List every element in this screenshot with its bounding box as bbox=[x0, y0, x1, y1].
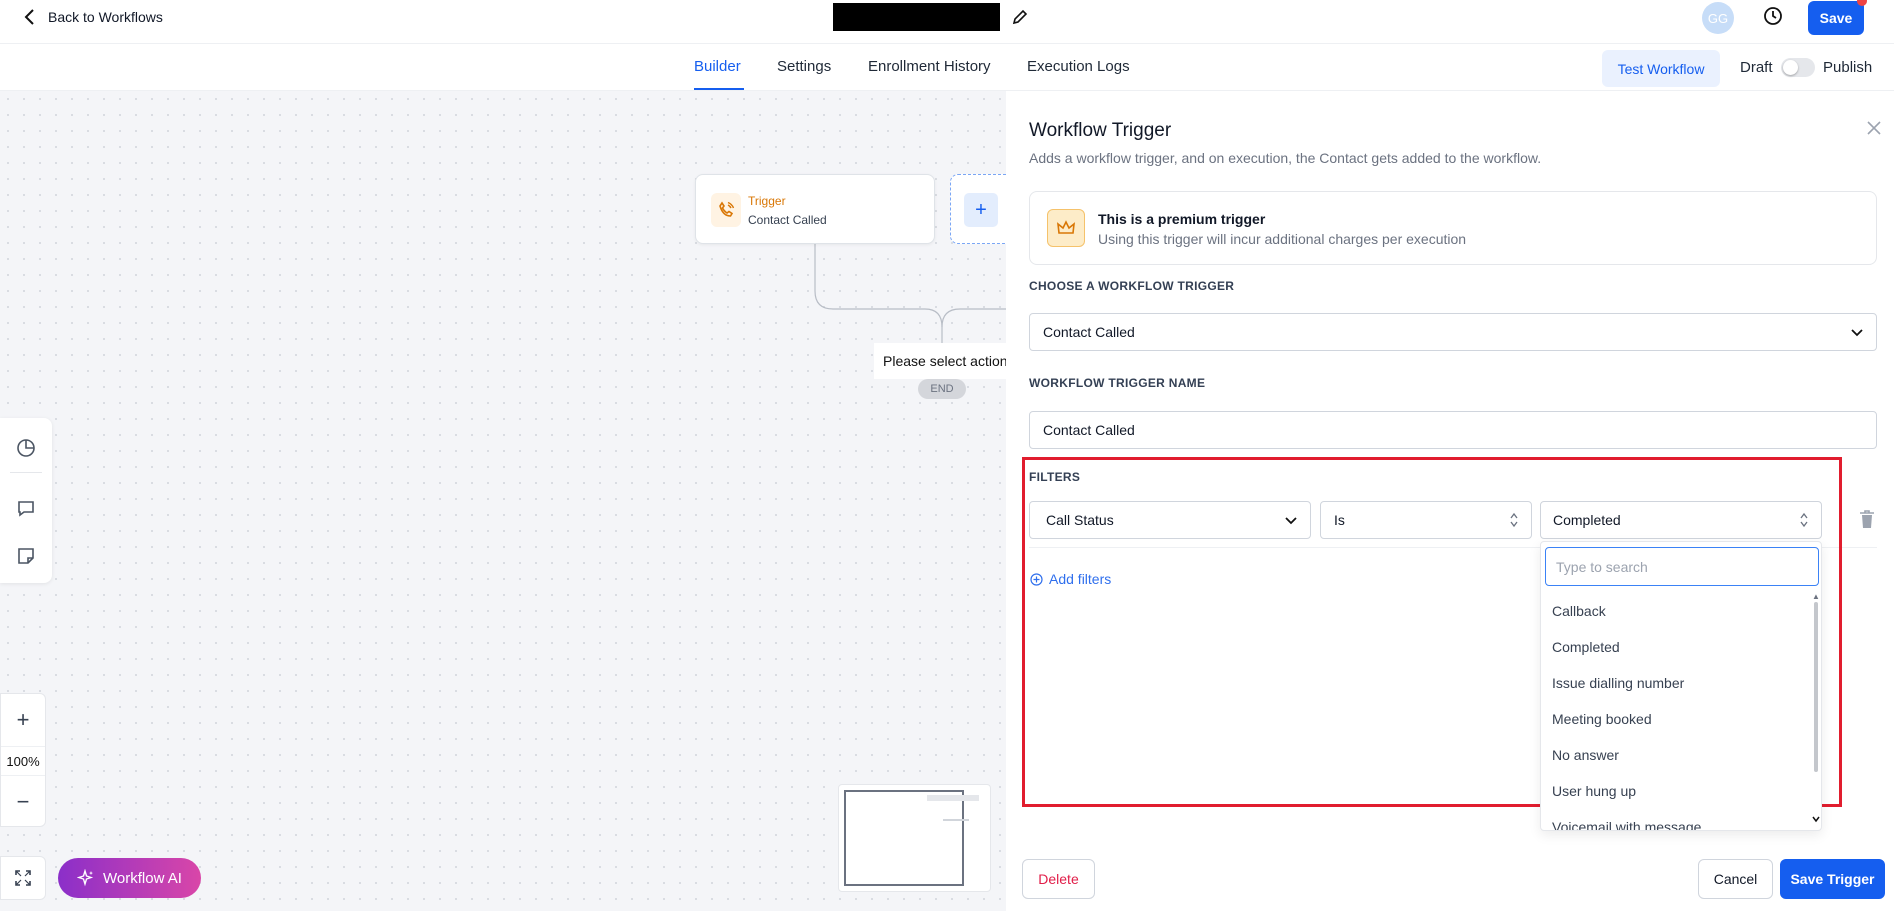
trigger-type-value: Contact Called bbox=[1043, 324, 1135, 340]
panel-title: Workflow Trigger bbox=[1029, 120, 1172, 141]
workflow-name-redacted[interactable] bbox=[833, 3, 1000, 31]
minimap-viewport[interactable] bbox=[844, 790, 964, 886]
history-icon[interactable] bbox=[1762, 5, 1784, 27]
workflow-canvas[interactable]: Trigger Contact Called + Please select a… bbox=[0, 91, 1006, 911]
filter-value-dropdown[interactable]: ▲ Callback Completed Issue dialling numb… bbox=[1540, 541, 1822, 831]
delete-button[interactable]: Delete bbox=[1022, 859, 1095, 899]
avatar[interactable]: GG bbox=[1702, 2, 1734, 34]
minimap-node bbox=[943, 819, 969, 821]
dropdown-option[interactable]: Callback bbox=[1552, 603, 1606, 619]
cancel-button[interactable]: Cancel bbox=[1698, 859, 1773, 899]
filter-operator-value: Is bbox=[1334, 512, 1345, 528]
chevron-down-icon[interactable] bbox=[1811, 814, 1821, 824]
trigger-node-subtitle: Contact Called bbox=[748, 213, 827, 227]
choose-trigger-label: CHOOSE A WORKFLOW TRIGGER bbox=[1029, 279, 1235, 293]
draft-label: Draft bbox=[1740, 59, 1773, 76]
select-action-tooltip: Please select action bbox=[874, 343, 1006, 379]
pie-chart-icon[interactable] bbox=[15, 437, 37, 459]
back-to-workflows-link[interactable]: Back to Workflows bbox=[22, 7, 163, 27]
chevron-down-icon bbox=[1285, 517, 1297, 525]
zoom-in-button[interactable]: + bbox=[1, 700, 45, 740]
filter-field-value: Call Status bbox=[1046, 512, 1114, 528]
top-bar: Back to Workflows GG Save bbox=[0, 0, 1894, 44]
zoom-level: 100% bbox=[1, 746, 45, 776]
add-trigger-node[interactable]: + bbox=[950, 174, 1006, 244]
filter-value-select[interactable]: Completed bbox=[1540, 501, 1822, 539]
premium-notice: This is a premium trigger Using this tri… bbox=[1029, 191, 1877, 265]
add-filters-label: Add filters bbox=[1049, 571, 1112, 587]
trigger-name-label: WORKFLOW TRIGGER NAME bbox=[1029, 376, 1206, 390]
trigger-node-label: Trigger bbox=[748, 194, 786, 208]
minimap-node bbox=[957, 795, 979, 801]
trigger-node[interactable]: Trigger Contact Called bbox=[695, 174, 935, 244]
fit-view-button[interactable] bbox=[0, 856, 46, 900]
plus-circle-icon bbox=[1030, 572, 1043, 586]
filter-field-select[interactable]: Call Status bbox=[1029, 501, 1311, 539]
trigger-name-input[interactable]: Contact Called bbox=[1029, 411, 1877, 449]
test-workflow-button[interactable]: Test Workflow bbox=[1602, 50, 1720, 87]
dropdown-option[interactable]: Completed bbox=[1552, 639, 1620, 655]
tab-execution-logs[interactable]: Execution Logs bbox=[1027, 58, 1130, 75]
save-trigger-button[interactable]: Save Trigger bbox=[1780, 859, 1885, 899]
chevron-down-icon bbox=[1851, 329, 1863, 337]
scroll-up-icon[interactable]: ▲ bbox=[1812, 592, 1820, 601]
publish-toggle[interactable] bbox=[1781, 58, 1815, 77]
sort-arrows-icon bbox=[1800, 512, 1808, 528]
filter-operator-select[interactable]: Is bbox=[1320, 501, 1532, 539]
tab-settings[interactable]: Settings bbox=[777, 58, 831, 75]
crown-icon bbox=[1047, 209, 1085, 247]
workflow-ai-label: Workflow AI bbox=[103, 869, 182, 887]
minimap[interactable] bbox=[838, 784, 991, 892]
active-tab-indicator bbox=[694, 88, 744, 90]
sparkle-icon bbox=[77, 869, 94, 887]
canvas-side-toolbar bbox=[0, 418, 52, 583]
dropdown-option[interactable]: No answer bbox=[1552, 747, 1619, 763]
workflow-ai-button[interactable]: Workflow AI bbox=[58, 858, 201, 898]
phone-call-icon bbox=[711, 193, 741, 227]
end-node: END bbox=[918, 379, 966, 399]
premium-title: This is a premium trigger bbox=[1098, 211, 1266, 227]
close-icon[interactable] bbox=[1865, 119, 1883, 137]
zoom-out-button[interactable]: − bbox=[1, 782, 45, 822]
filter-value-selected: Completed bbox=[1553, 512, 1621, 528]
back-label: Back to Workflows bbox=[48, 9, 163, 25]
comment-icon[interactable] bbox=[15, 497, 37, 519]
tab-enrollment-history[interactable]: Enrollment History bbox=[868, 58, 991, 75]
dropdown-option[interactable]: User hung up bbox=[1552, 783, 1636, 799]
tabs-bar: Builder Settings Enrollment History Exec… bbox=[0, 45, 1894, 91]
expand-icon bbox=[15, 870, 31, 886]
trigger-name-value: Contact Called bbox=[1043, 422, 1135, 438]
trash-icon[interactable] bbox=[1859, 509, 1875, 529]
dropdown-option[interactable]: Meeting booked bbox=[1552, 711, 1652, 727]
unsaved-indicator bbox=[1857, 0, 1867, 6]
pencil-icon[interactable] bbox=[1010, 7, 1030, 27]
minimap-node bbox=[927, 795, 957, 801]
publish-label: Publish bbox=[1823, 59, 1873, 76]
plus-icon[interactable]: + bbox=[964, 193, 998, 227]
sort-arrows-icon bbox=[1510, 512, 1518, 528]
dropdown-option[interactable]: Issue dialling number bbox=[1552, 675, 1684, 691]
dropdown-option[interactable]: Voicemail with message bbox=[1552, 819, 1701, 830]
trigger-type-select[interactable]: Contact Called bbox=[1029, 313, 1877, 351]
dropdown-scrollbar[interactable] bbox=[1814, 602, 1818, 772]
premium-subtitle: Using this trigger will incur additional… bbox=[1098, 231, 1467, 247]
toolbar-divider bbox=[10, 472, 42, 473]
tab-builder[interactable]: Builder bbox=[694, 58, 741, 75]
filters-label: FILTERS bbox=[1029, 470, 1081, 484]
sticky-note-icon[interactable] bbox=[15, 545, 37, 567]
add-filters-button[interactable]: Add filters bbox=[1030, 571, 1111, 587]
chevron-left-icon bbox=[24, 9, 34, 25]
dropdown-search-input[interactable] bbox=[1545, 547, 1819, 586]
save-button[interactable]: Save bbox=[1808, 1, 1864, 35]
zoom-controls: + 100% − bbox=[0, 693, 46, 827]
panel-subtitle: Adds a workflow trigger, and on executio… bbox=[1029, 150, 1542, 166]
